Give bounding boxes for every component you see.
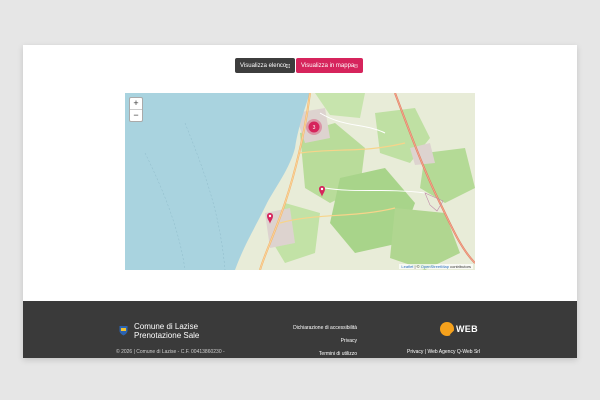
zoom-out-button[interactable]: −: [130, 109, 142, 121]
qweb-logo[interactable]: WEB: [440, 322, 478, 336]
qweb-logo-mark: [440, 322, 454, 336]
footer-links: Dichiarazione di accessibilità Privacy T…: [293, 322, 357, 358]
attribution-tail: contributors: [448, 264, 471, 269]
map-view-button[interactable]: Visualizza in mappa: [296, 58, 363, 73]
footer: Comune di Lazise Prenotazione Sale © 202…: [23, 301, 577, 358]
zoom-control: + −: [129, 97, 143, 122]
page-card: Visualizza elenco Visualizza in mappa 3 …: [23, 45, 577, 358]
agency-credit-link[interactable]: Privacy | Web Agency Q-Web Srl: [407, 349, 480, 355]
terms-link[interactable]: Termini di utilizzo: [293, 348, 357, 358]
brand-line-2: Prenotazione Sale: [134, 331, 200, 340]
osm-link[interactable]: OpenStreetMap: [421, 264, 449, 269]
grid-icon: [286, 63, 290, 68]
map-icon: [354, 64, 358, 67]
map-panel[interactable]: 3 + − Leaflet | © OpenStreetMap contribu…: [125, 93, 475, 270]
brand-text: Comune di Lazise Prenotazione Sale: [134, 322, 199, 340]
qweb-logo-text: WEB: [456, 324, 478, 334]
list-view-label: Visualizza elenco: [240, 62, 287, 69]
list-view-button[interactable]: Visualizza elenco: [235, 58, 295, 73]
attribution-separator: | ©: [413, 264, 421, 269]
copyright-text: © 2026 | Comune di Lazise - C.F. 0041386…: [116, 349, 225, 355]
clipped-heading: [263, 45, 373, 48]
zoom-in-button[interactable]: +: [130, 98, 142, 109]
cluster-count: 3: [313, 125, 316, 131]
map-tiles: 3: [125, 93, 475, 270]
leaflet-link[interactable]: Leaflet: [401, 264, 413, 269]
footer-brand[interactable]: Comune di Lazise Prenotazione Sale: [119, 322, 199, 340]
brand-line-1: Comune di Lazise: [134, 322, 199, 331]
map-attribution: Leaflet | © OpenStreetMap contributors: [399, 264, 473, 269]
municipality-crest-icon: [119, 326, 128, 336]
map-cluster-marker[interactable]: 3: [306, 119, 322, 135]
privacy-link[interactable]: Privacy: [293, 335, 357, 348]
map-view-label: Visualizza in mappa: [301, 62, 355, 69]
accessibility-link[interactable]: Dichiarazione di accessibilità: [293, 322, 357, 335]
